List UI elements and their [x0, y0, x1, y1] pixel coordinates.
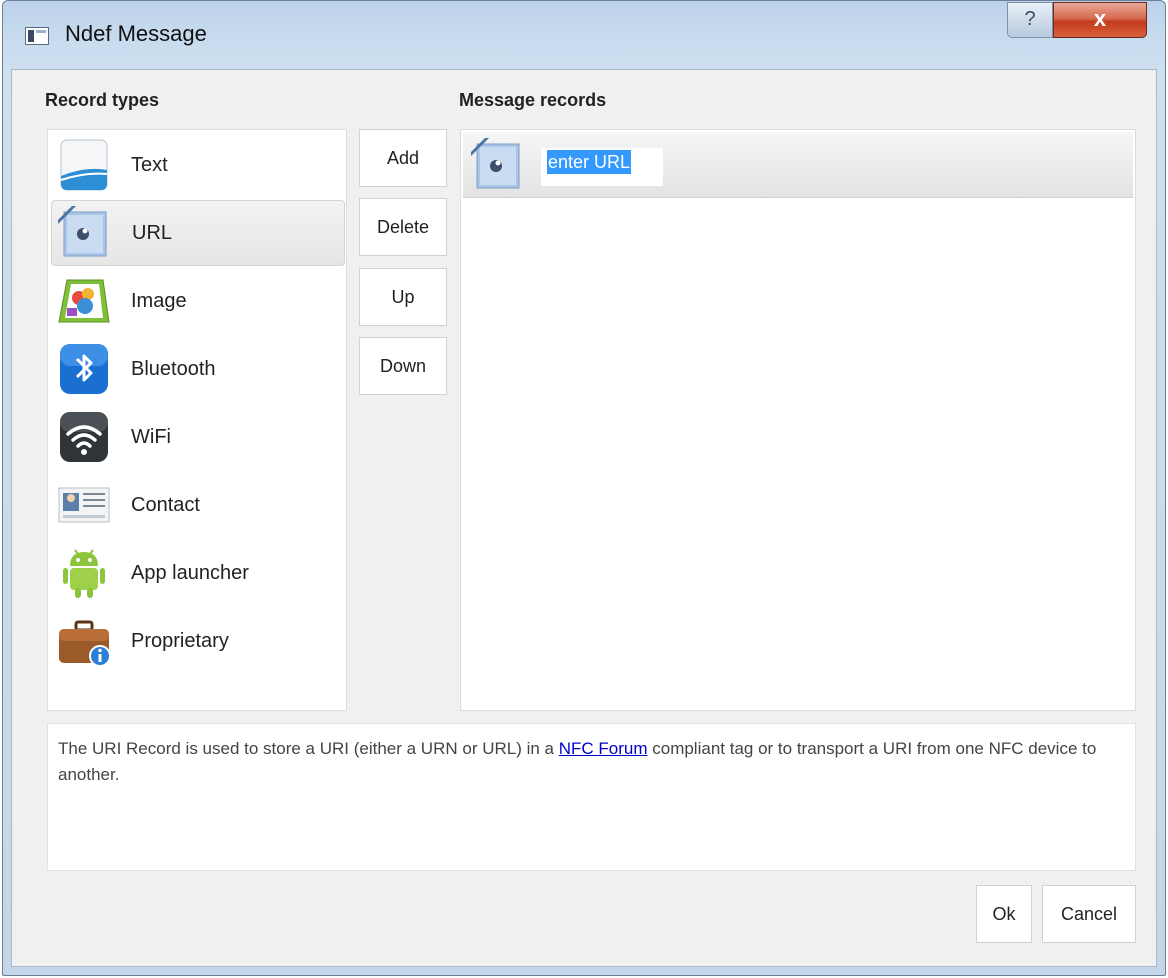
url-record-icon — [469, 136, 527, 194]
dialog-content: Record types Message records Text URL Im… — [11, 69, 1157, 967]
title-bar[interactable]: Ndef Message ? x — [3, 1, 1165, 69]
app-window-icon — [25, 27, 49, 45]
record-type-label: URL — [132, 221, 173, 244]
record-type-label: Contact — [131, 493, 200, 516]
record-description: The URI Record is used to store a URI (e… — [47, 723, 1136, 871]
text-record-icon — [55, 136, 113, 194]
message-records-label: Message records — [459, 90, 607, 110]
ok-button[interactable]: Ok — [976, 885, 1032, 943]
record-type-label: Proprietary — [131, 629, 229, 652]
description-text: The URI Record is used to store a URI (e… — [58, 739, 559, 758]
cancel-button[interactable]: Cancel — [1042, 885, 1136, 943]
up-button[interactable]: Up — [359, 268, 447, 326]
url-input[interactable]: enter URL — [541, 148, 663, 186]
delete-button[interactable]: Delete — [359, 198, 447, 256]
wifi-icon — [55, 408, 113, 466]
help-button[interactable]: ? — [1007, 2, 1053, 38]
record-type-text[interactable]: Text — [51, 132, 345, 198]
nfc-forum-link[interactable]: NFC Forum — [559, 739, 648, 758]
record-type-image[interactable]: Image — [51, 268, 345, 334]
message-record-row[interactable]: enter URL — [463, 132, 1133, 198]
bluetooth-icon — [55, 340, 113, 398]
image-record-icon — [55, 272, 113, 330]
record-type-label: WiFi — [131, 425, 171, 448]
record-types-list[interactable]: Text URL Image Bluetooth WiFi Contact Ap… — [47, 129, 347, 711]
contact-card-icon — [55, 476, 113, 534]
message-records-list[interactable]: enter URL — [460, 129, 1136, 711]
close-button[interactable]: x — [1053, 2, 1147, 38]
url-record-icon — [56, 204, 114, 262]
record-type-label: App launcher — [131, 561, 249, 584]
android-icon — [55, 544, 113, 602]
record-type-contact[interactable]: Contact — [51, 472, 345, 538]
record-type-app-launcher[interactable]: App launcher — [51, 540, 345, 606]
dialog-window: Ndef Message ? x Record types Message re… — [2, 0, 1166, 976]
down-button[interactable]: Down — [359, 337, 447, 395]
record-type-url[interactable]: URL — [51, 200, 345, 266]
url-input-value: enter URL — [547, 150, 632, 174]
record-type-label: Bluetooth — [131, 357, 216, 380]
record-type-label: Image — [131, 289, 187, 312]
record-types-label: Record types — [45, 90, 160, 110]
record-type-label: Text — [131, 153, 168, 176]
record-type-proprietary[interactable]: Proprietary — [51, 608, 345, 674]
record-type-wifi[interactable]: WiFi — [51, 404, 345, 470]
add-button[interactable]: Add — [359, 129, 447, 187]
briefcase-icon — [55, 612, 113, 670]
record-type-bluetooth[interactable]: Bluetooth — [51, 336, 345, 402]
window-title: Ndef Message — [65, 21, 207, 46]
